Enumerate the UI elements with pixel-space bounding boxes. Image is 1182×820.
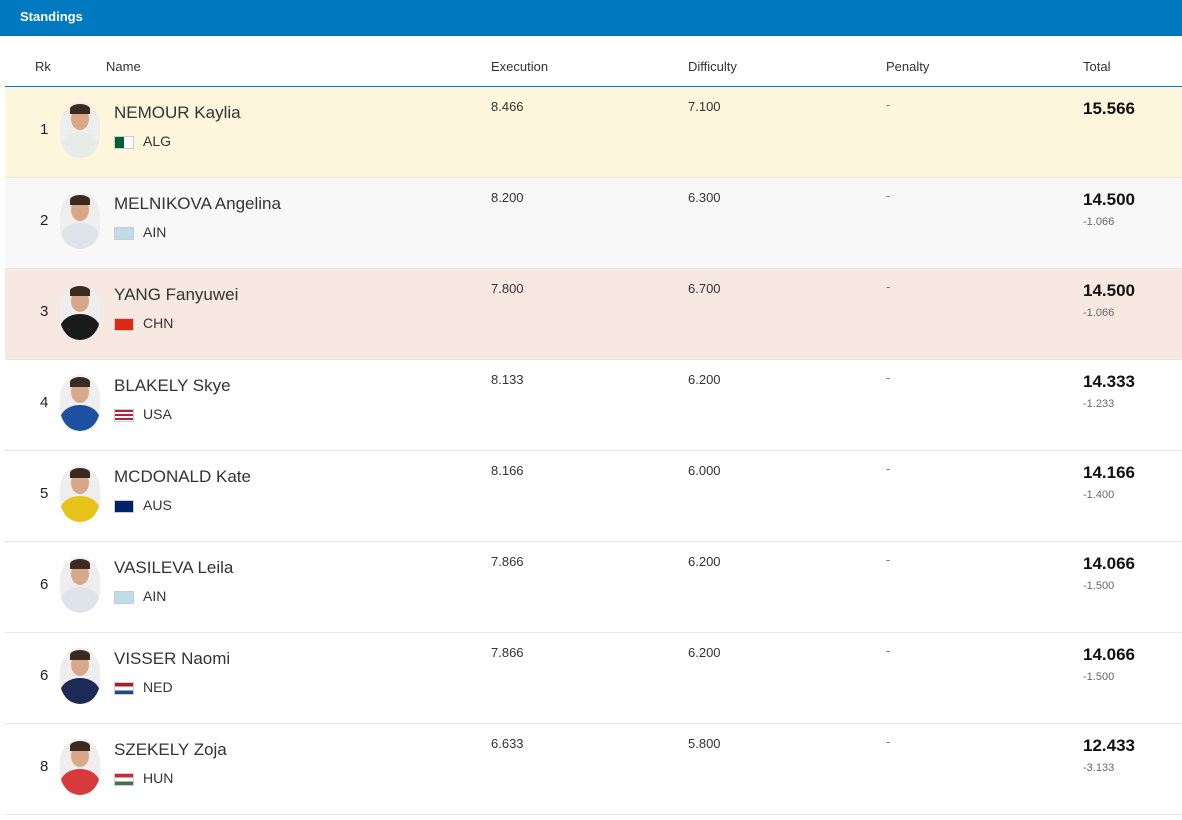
difficulty-score: 5.800	[688, 736, 721, 751]
penalty: -	[886, 279, 891, 294]
table-row[interactable]: 5 MCDONALD Kate AUS 8.166 6.000 - 14.166…	[5, 451, 1182, 542]
total-score: 14.333	[1083, 372, 1135, 391]
standings-header: Standings	[0, 0, 1182, 36]
penalty: -	[886, 461, 891, 476]
penalty: -	[886, 188, 891, 203]
gap-to-leader: -3.133	[1083, 762, 1115, 774]
athlete-avatar	[60, 466, 100, 522]
total-score: 14.166	[1083, 463, 1135, 482]
gap-to-leader: -1.066	[1083, 216, 1115, 228]
athlete-avatar	[60, 193, 100, 249]
country-code: CHN	[143, 315, 174, 331]
execution-score: 8.200	[491, 190, 524, 205]
total-score: 12.433	[1083, 736, 1135, 755]
total-score: 14.066	[1083, 645, 1135, 664]
country-code: ALG	[143, 133, 172, 149]
penalty: -	[886, 552, 891, 567]
athlete-name[interactable]: VISSER Naomi	[114, 649, 230, 669]
table-row[interactable]: 6 VISSER Naomi NED 7.866 6.200 - 14.066 …	[5, 633, 1182, 724]
athlete-avatar	[60, 648, 100, 704]
table-row[interactable]: 8 SZEKELY Zoja HUN 6.633 5.800 - 12.433 …	[5, 724, 1182, 815]
execution-score: 8.133	[491, 372, 524, 387]
col-difficulty[interactable]: Difficulty	[688, 59, 737, 74]
athlete-name[interactable]: BLAKELY Skye	[114, 376, 231, 396]
table-row[interactable]: 6 VASILEVA Leila AIN 7.866 6.200 - 14.06…	[5, 542, 1182, 633]
gap-to-leader: -1.500	[1083, 580, 1115, 592]
table-row[interactable]: 2 MELNIKOVA Angelina AIN 8.200 6.300 - 1…	[5, 178, 1182, 269]
rank: 2	[40, 212, 49, 229]
rank: 8	[40, 758, 49, 775]
col-total[interactable]: Total	[1083, 59, 1110, 74]
rank: 5	[40, 485, 49, 502]
country-code: AUS	[143, 497, 172, 513]
country-code: NED	[143, 679, 173, 695]
penalty: -	[886, 97, 891, 112]
athlete-name[interactable]: MCDONALD Kate	[114, 467, 251, 487]
total-score: 14.066	[1083, 554, 1135, 573]
gap-to-leader: -1.400	[1083, 489, 1115, 501]
athlete-avatar	[60, 375, 100, 431]
execution-score: 8.166	[491, 463, 524, 478]
table-row[interactable]: 1 NEMOUR Kaylia ALG 8.466 7.100 - 15.566	[5, 87, 1182, 178]
flag-icon	[114, 682, 134, 695]
country-code: HUN	[143, 770, 174, 786]
flag-icon	[114, 773, 134, 786]
gap-to-leader: -1.500	[1083, 671, 1115, 683]
rank: 6	[40, 576, 49, 593]
col-rk[interactable]: Rk	[35, 59, 51, 74]
athlete-avatar	[60, 102, 100, 158]
flag-icon	[114, 227, 134, 240]
col-execution[interactable]: Execution	[491, 59, 548, 74]
execution-score: 7.866	[491, 554, 524, 569]
flag-icon	[114, 591, 134, 604]
athlete-avatar	[60, 284, 100, 340]
standings-table: 1 NEMOUR Kaylia ALG 8.466 7.100 - 15.566…	[0, 87, 1182, 815]
table-header: Rk Name Execution Difficulty Penalty Tot…	[5, 36, 1182, 87]
athlete-avatar	[60, 739, 100, 795]
athlete-name[interactable]: MELNIKOVA Angelina	[114, 194, 281, 214]
country-code: AIN	[143, 588, 167, 604]
difficulty-score: 7.100	[688, 99, 721, 114]
col-penalty[interactable]: Penalty	[886, 59, 929, 74]
rank: 1	[40, 121, 49, 138]
flag-icon	[114, 136, 134, 149]
difficulty-score: 6.200	[688, 645, 721, 660]
country-code: AIN	[143, 224, 167, 240]
difficulty-score: 6.700	[688, 281, 721, 296]
gap-to-leader: -1.233	[1083, 398, 1115, 410]
difficulty-score: 6.200	[688, 554, 721, 569]
penalty: -	[886, 734, 891, 749]
rank: 3	[40, 303, 49, 320]
execution-score: 8.466	[491, 99, 524, 114]
country-code: USA	[143, 406, 172, 422]
athlete-name[interactable]: NEMOUR Kaylia	[114, 103, 241, 123]
total-score: 15.566	[1083, 99, 1135, 118]
rank: 6	[40, 667, 49, 684]
penalty: -	[886, 370, 891, 385]
flag-icon	[114, 318, 134, 331]
table-row[interactable]: 3 YANG Fanyuwei CHN 7.800 6.700 - 14.500…	[5, 269, 1182, 360]
table-row[interactable]: 4 BLAKELY Skye USA 8.133 6.200 - 14.333 …	[5, 360, 1182, 451]
execution-score: 6.633	[491, 736, 524, 751]
total-score: 14.500	[1083, 190, 1135, 209]
flag-icon	[114, 409, 134, 422]
difficulty-score: 6.000	[688, 463, 721, 478]
athlete-name[interactable]: VASILEVA Leila	[114, 558, 233, 578]
execution-score: 7.800	[491, 281, 524, 296]
penalty: -	[886, 643, 891, 658]
gap-to-leader: -1.066	[1083, 307, 1115, 319]
rank: 4	[40, 394, 49, 411]
athlete-name[interactable]: YANG Fanyuwei	[114, 285, 238, 305]
athlete-name[interactable]: SZEKELY Zoja	[114, 740, 227, 760]
flag-icon	[114, 500, 134, 513]
col-name[interactable]: Name	[106, 59, 141, 74]
total-score: 14.500	[1083, 281, 1135, 300]
difficulty-score: 6.200	[688, 372, 721, 387]
difficulty-score: 6.300	[688, 190, 721, 205]
execution-score: 7.866	[491, 645, 524, 660]
athlete-avatar	[60, 557, 100, 613]
